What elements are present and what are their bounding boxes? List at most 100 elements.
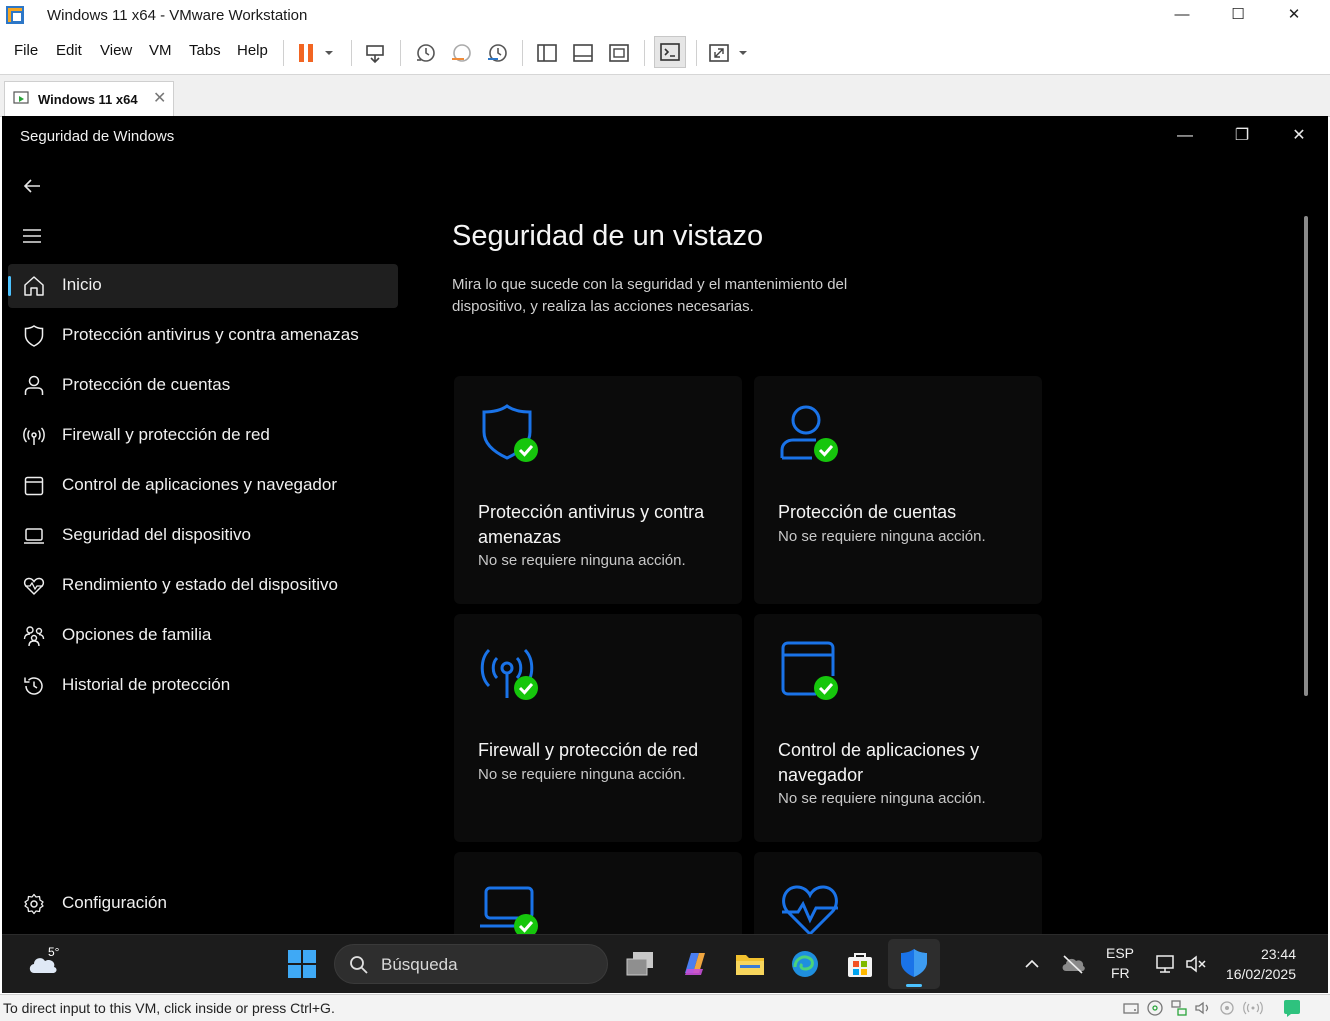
vmware-maximize-button[interactable]: ☐ <box>1210 0 1266 32</box>
thumbnail-view-icon[interactable] <box>572 42 594 64</box>
app-close-button[interactable]: ✕ <box>1271 120 1327 152</box>
pause-icon[interactable] <box>296 42 318 64</box>
full-screen-icon[interactable] <box>608 42 630 64</box>
network-adapter-icon[interactable] <box>1170 999 1188 1017</box>
laptop-check-icon <box>480 886 538 934</box>
card-antivirus[interactable]: Protección antivirus y contra amenazas N… <box>454 376 742 604</box>
card-rendimiento[interactable] <box>754 852 1042 934</box>
volume-muted-icon[interactable] <box>1184 953 1208 975</box>
heart-pulse-icon <box>782 885 838 934</box>
sidebar-item-antivirus[interactable]: Protección antivirus y contra amenazas <box>8 314 398 358</box>
sidebar-item-rendimiento[interactable]: Rendimiento y estado del dispositivo <box>8 564 398 608</box>
toolbar-separator <box>644 40 645 66</box>
menu-view[interactable]: View <box>100 42 132 59</box>
sidebar-item-historial[interactable]: Historial de protección <box>8 664 398 708</box>
taskbar-windows-security-button[interactable] <box>888 939 940 989</box>
sidebar-item-aplicaciones[interactable]: Control de aplicaciones y navegador <box>8 464 398 508</box>
gear-icon <box>24 893 44 915</box>
input-language-top[interactable]: ESP <box>1106 945 1134 961</box>
vmware-window-title: Windows 11 x64 - VMware Workstation <box>47 7 308 24</box>
home-icon <box>24 276 44 296</box>
sidebar-item-dispositivo[interactable]: Seguridad del dispositivo <box>8 514 398 558</box>
sidebar-item-inicio[interactable]: Inicio <box>8 264 398 308</box>
taskbar-clock[interactable]: 23:44 16/02/2025 <box>1226 944 1296 984</box>
menu-file[interactable]: File <box>14 42 38 59</box>
menu-edit[interactable]: Edit <box>56 42 82 59</box>
vm-tab-windows-11[interactable]: Windows 11 x64 ✕ <box>4 81 174 116</box>
sidebar-item-label: Rendimiento y estado del dispositivo <box>62 575 338 594</box>
card-status: No se requiere ninguna acción. <box>478 552 686 569</box>
vm-tab-close-icon[interactable]: ✕ <box>153 88 166 108</box>
sidebar-item-familia[interactable]: Opciones de familia <box>8 614 398 658</box>
person-check-icon <box>780 405 838 462</box>
task-view-icon[interactable] <box>624 949 656 979</box>
cd-dvd-icon[interactable] <box>1146 999 1164 1017</box>
heart-icon <box>23 577 45 596</box>
network-icon[interactable] <box>1154 953 1178 975</box>
card-title: Firewall y protección de red <box>478 740 699 760</box>
card-status: No se requiere ninguna acción. <box>478 766 686 783</box>
snapshot-manager-icon[interactable] <box>486 42 508 64</box>
person-icon <box>24 375 44 395</box>
taskbar-search-box[interactable]: Búsqueda <box>334 944 608 984</box>
app-minimize-button[interactable]: — <box>1157 120 1213 152</box>
active-app-indicator <box>906 984 922 987</box>
menu-tabs[interactable]: Tabs <box>189 42 221 59</box>
clock-date: 16/02/2025 <box>1225 966 1296 982</box>
shield-icon <box>24 325 44 347</box>
message-log-icon[interactable] <box>1282 998 1302 1018</box>
scrollbar[interactable] <box>1304 216 1308 696</box>
hard-disk-icon[interactable] <box>1122 999 1140 1017</box>
card-seguridad-dispositivo[interactable] <box>454 852 742 934</box>
main-content: Seguridad de un vistazo Mira lo que suce… <box>406 156 1312 934</box>
app-window-check-icon <box>781 641 838 700</box>
sidebar-item-cuentas[interactable]: Protección de cuentas <box>8 364 398 408</box>
chevron-up-icon[interactable] <box>1022 955 1042 973</box>
stretch-guest-icon[interactable] <box>708 42 730 64</box>
onedrive-offline-icon[interactable] <box>1060 953 1086 975</box>
usb-device-icon[interactable] <box>1218 999 1236 1017</box>
sidebar-item-configuracion[interactable]: Configuración <box>8 882 398 926</box>
toolbar-separator <box>696 40 697 66</box>
laptop-icon <box>24 528 44 544</box>
revert-snapshot-icon[interactable] <box>450 42 472 64</box>
sidebar-item-label: Protección antivirus y contra amenazas <box>62 325 359 344</box>
card-title: Protección de cuentas <box>778 502 957 522</box>
search-placeholder: Búsqueda <box>381 955 458 974</box>
copilot-icon[interactable] <box>679 949 711 979</box>
vmware-minimize-button[interactable]: — <box>1154 0 1210 32</box>
vmware-statusbar: To direct input to this VM, click inside… <box>0 994 1330 1021</box>
library-view-icon[interactable] <box>536 42 558 64</box>
sidebar-item-label: Historial de protección <box>62 675 231 694</box>
card-cuentas[interactable]: Protección de cuentas No se requiere nin… <box>754 376 1042 604</box>
hamburger-menu-icon[interactable] <box>20 224 44 248</box>
console-icon <box>660 43 680 61</box>
edge-browser-icon[interactable] <box>789 949 821 979</box>
microsoft-store-icon[interactable] <box>844 949 876 979</box>
sidebar-item-firewall[interactable]: Firewall y protección de red <box>8 414 398 458</box>
page-title: Seguridad de un vistazo <box>452 220 764 252</box>
app-restore-button[interactable]: ❐ <box>1214 120 1270 152</box>
card-aplicaciones[interactable]: Control de aplicaciones y navegador No s… <box>754 614 1042 842</box>
sidebar-item-label: Inicio <box>62 275 102 294</box>
search-icon <box>350 956 368 974</box>
history-icon <box>24 677 43 695</box>
sound-card-icon[interactable] <box>1194 999 1212 1017</box>
windows-start-icon[interactable] <box>287 949 317 979</box>
input-language-bottom[interactable]: FR <box>1111 965 1130 981</box>
wireless-icon[interactable] <box>1242 999 1264 1017</box>
menu-help[interactable]: Help <box>237 42 268 59</box>
card-title: Protección antivirus y contra amenazas <box>478 502 705 547</box>
send-ctrl-alt-del-icon[interactable] <box>364 42 386 64</box>
menu-vm[interactable]: VM <box>149 42 172 59</box>
vmware-close-button[interactable]: ✕ <box>1266 0 1322 32</box>
pause-dropdown-chevron-icon[interactable] <box>322 42 336 64</box>
back-arrow-icon[interactable] <box>20 174 44 198</box>
guest-screen[interactable]: Seguridad de Windows — ❐ ✕ Inicio Protec… <box>2 116 1328 993</box>
file-explorer-icon[interactable] <box>734 949 766 979</box>
stretch-dropdown-chevron-icon[interactable] <box>736 42 750 64</box>
app-title: Seguridad de Windows <box>20 128 175 145</box>
snapshot-icon[interactable] <box>414 42 436 64</box>
card-firewall[interactable]: Firewall y protección de red No se requi… <box>454 614 742 842</box>
console-view-toggle[interactable] <box>654 36 686 68</box>
